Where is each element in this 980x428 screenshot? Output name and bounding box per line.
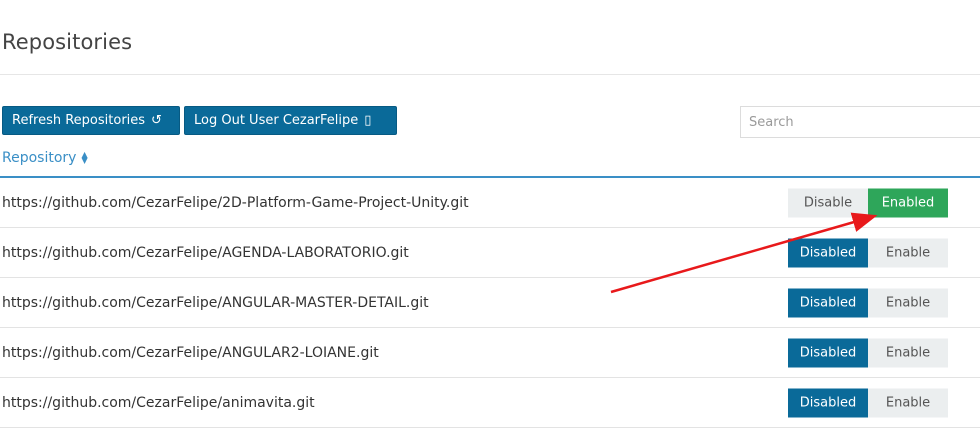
enable-button[interactable]: Enable: [868, 288, 948, 317]
disable-button[interactable]: Disabled: [788, 388, 868, 417]
page-title: Repositories: [2, 30, 133, 54]
table-row: https://github.com/CezarFelipe/2D-Platfo…: [0, 178, 980, 228]
table-row: https://github.com/CezarFelipe/animavita…: [0, 378, 980, 428]
repository-url: https://github.com/CezarFelipe/2D-Platfo…: [2, 194, 469, 211]
enable-button[interactable]: Enabled: [868, 188, 948, 217]
disable-button[interactable]: Disabled: [788, 288, 868, 317]
enable-toggle: Disable Enabled: [788, 188, 948, 217]
enable-toggle: Disabled Enable: [788, 338, 948, 367]
refresh-repositories-button[interactable]: Refresh Repositories ↺: [2, 106, 180, 135]
enable-toggle: Disabled Enable: [788, 388, 948, 417]
disable-button[interactable]: Disable: [788, 188, 868, 217]
logout-icon: ▯: [364, 113, 372, 128]
enable-toggle: Disabled Enable: [788, 288, 948, 317]
repository-url: https://github.com/CezarFelipe/ANGULAR2-…: [2, 344, 379, 361]
divider: [0, 74, 980, 75]
enable-toggle: Disabled Enable: [788, 238, 948, 267]
table-row: https://github.com/CezarFelipe/ANGULAR2-…: [0, 328, 980, 378]
enable-button[interactable]: Enable: [868, 388, 948, 417]
search-input[interactable]: [740, 106, 980, 138]
column-header-repository[interactable]: Repository ▲ ▼: [2, 150, 88, 166]
disable-button[interactable]: Disabled: [788, 338, 868, 367]
column-header-label: Repository: [2, 150, 77, 166]
refresh-icon: ↺: [151, 113, 162, 128]
logout-label: Log Out User CezarFelipe: [194, 113, 359, 128]
sort-icon: ▲ ▼: [81, 150, 88, 165]
table-row: https://github.com/CezarFelipe/AGENDA-LA…: [0, 228, 980, 278]
repository-url: https://github.com/CezarFelipe/ANGULAR-M…: [2, 294, 429, 311]
logout-button[interactable]: Log Out User CezarFelipe ▯: [184, 106, 397, 135]
repository-url: https://github.com/CezarFelipe/AGENDA-LA…: [2, 244, 409, 261]
enable-button[interactable]: Enable: [868, 238, 948, 267]
table-row: https://github.com/CezarFelipe/ANGULAR-M…: [0, 278, 980, 328]
disable-button[interactable]: Disabled: [788, 238, 868, 267]
repository-url: https://github.com/CezarFelipe/animavita…: [2, 394, 315, 411]
refresh-repositories-label: Refresh Repositories: [12, 113, 146, 128]
enable-button[interactable]: Enable: [868, 338, 948, 367]
